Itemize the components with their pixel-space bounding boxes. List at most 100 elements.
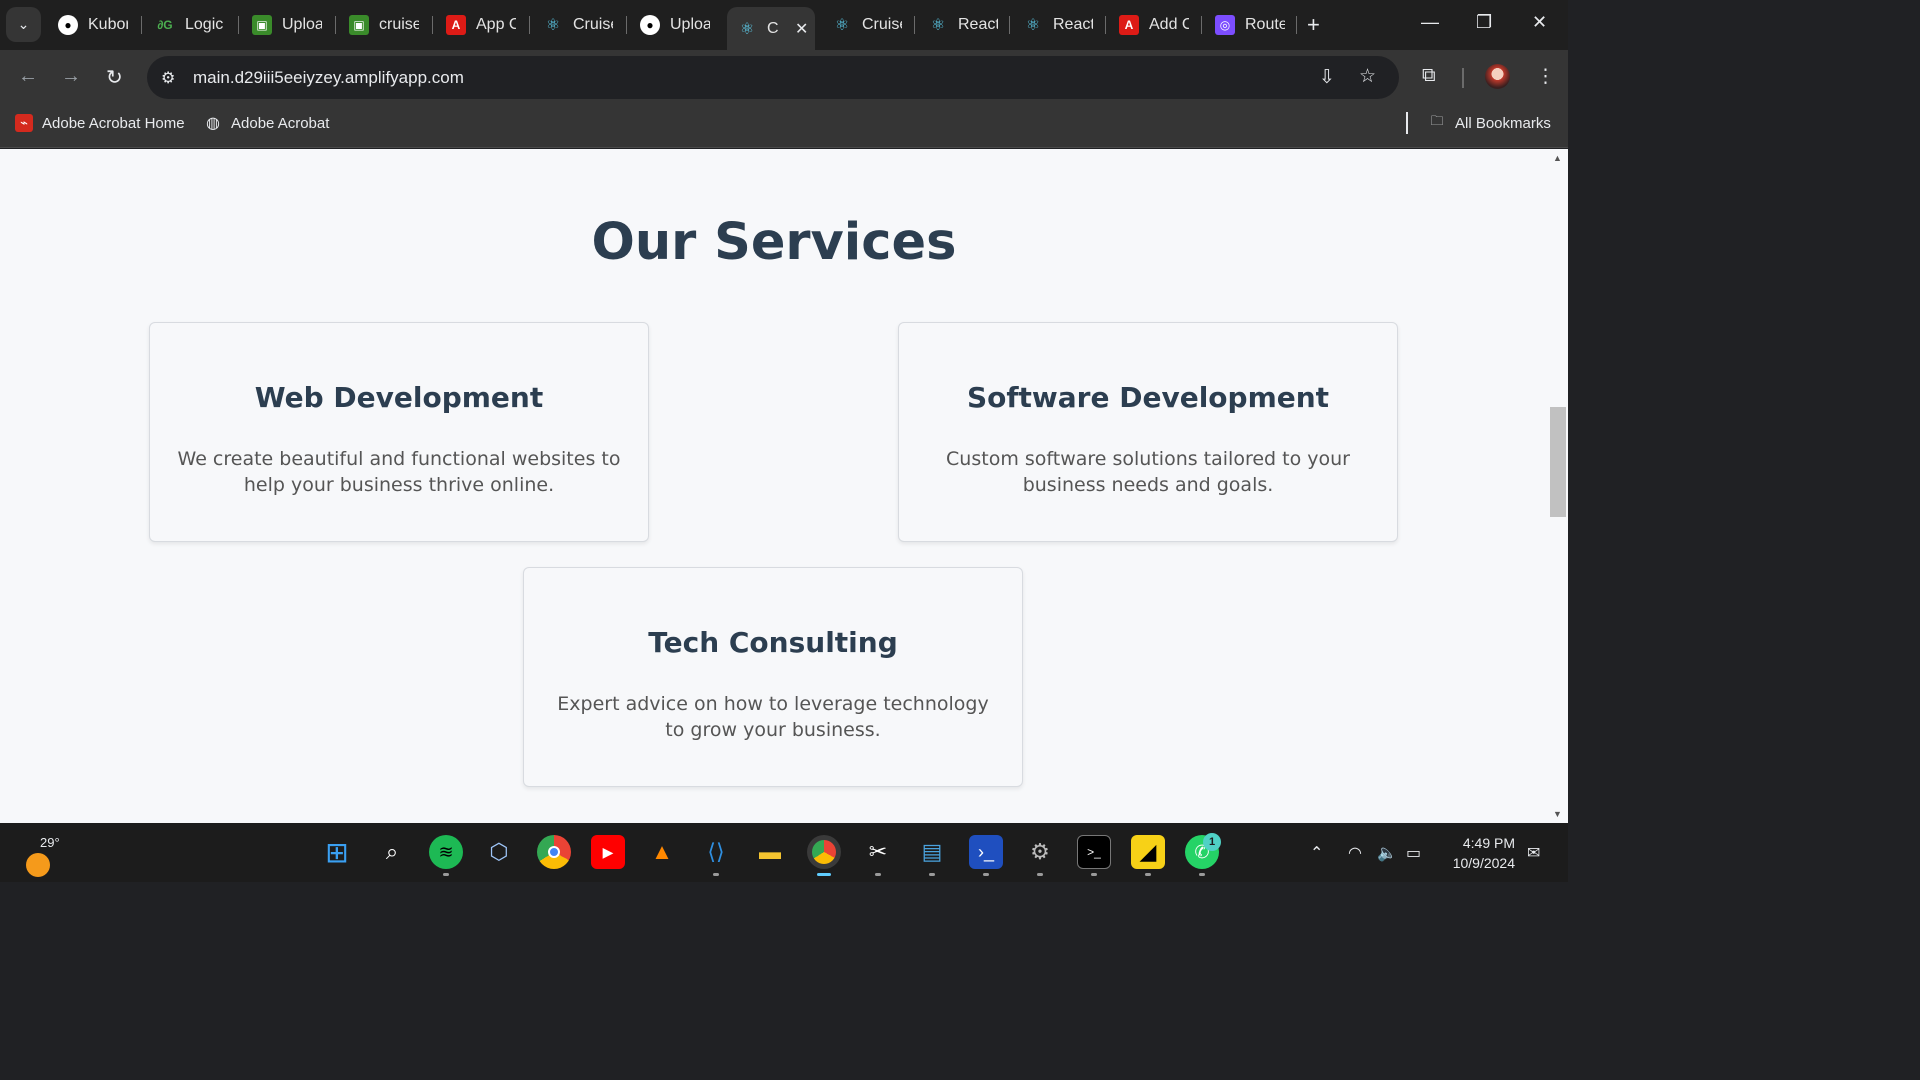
tab-divider [914,16,915,34]
tab-2[interactable]: ▣ Uploa [252,8,322,42]
service-card-description: Expert advice on how to leverage technol… [557,693,989,741]
tab-7-active[interactable]: ⚛ C ✕ [727,7,815,50]
close-tab-icon[interactable]: ✕ [795,19,808,39]
toolbar-divider [1462,68,1464,88]
tab-11[interactable]: A Add C [1119,8,1189,42]
all-bookmarks-label: All Bookmarks [1455,114,1551,132]
angular-icon: A [446,15,466,35]
minimize-icon[interactable]: — [1421,12,1439,33]
sticky-notes-icon[interactable]: ◢ [1131,835,1165,869]
extensions-puzzle-icon[interactable]: ⧉ [1422,65,1436,87]
scrollbar-thumb[interactable] [1550,407,1566,517]
address-bar[interactable]: ⚙ main.d29iii5eeiyzey.amplifyapp.com ⇩ ☆ [147,56,1399,99]
youtube-icon[interactable]: ▶ [591,835,625,869]
service-card-title: Software Development [966,381,1330,414]
service-card-description: Custom software solutions tailored to yo… [946,448,1350,496]
tab-3[interactable]: ▣ cruise [349,8,419,42]
service-card-title: Tech Consulting [648,626,898,659]
acrobat-icon: ⌁ [15,114,33,132]
virtualbox-icon[interactable]: ⬡ [482,835,516,869]
active-indicator [817,873,831,876]
windows-taskbar: 29° ⊞ ⌕ ≋ ⬡ ▶ ▲ ⟨⟩ ▬ ✂ ▤ ›_ ⚙ >_ ◢ ✆ ⌃ ◠… [0,823,1568,882]
search-icon[interactable]: ⌕ [375,835,409,869]
all-bookmarks-button[interactable]: 🗀 All Bookmarks [1428,113,1551,132]
service-card-description: We create beautiful and functional websi… [177,448,621,496]
react-icon: ⚛ [545,17,561,34]
tab-label: Logic [185,16,224,33]
react-icon: ⚛ [930,17,946,34]
clock-date: 10/9/2024 [1452,855,1515,871]
scroll-down-arrow-icon[interactable]: ▼ [1553,809,1562,819]
reload-icon[interactable]: ↻ [106,65,123,90]
close-window-icon[interactable]: ✕ [1532,12,1547,33]
clock-time: 4:49 PM [1462,835,1515,851]
tab-0[interactable]: ● Kubor [58,8,128,42]
tab-label: Route [1245,16,1285,33]
tab-10[interactable]: ⚛ React [1023,8,1093,42]
wifi-icon[interactable]: ◠ [1348,843,1362,863]
tab-label: Kubor [88,16,128,33]
tab-divider [335,16,336,34]
green-doc-icon: ▣ [349,15,369,35]
service-card-tech-consulting: Tech Consulting Expert advice on how to … [523,567,1023,787]
green-doc-icon: ▣ [252,15,272,35]
tab-divider [626,16,627,34]
system-clock[interactable]: 4:49 PM 10/9/2024 [1440,833,1515,873]
notifications-icon[interactable]: ✉ [1527,843,1540,863]
install-app-icon[interactable]: ⇩ [1319,66,1335,89]
tab-label: React [1053,16,1093,33]
vlc-icon[interactable]: ▲ [645,835,679,869]
vscode-icon[interactable]: ⟨⟩ [699,835,733,869]
tab-1[interactable]: ∂G Logic [155,8,225,42]
chrome-icon[interactable] [537,835,571,869]
bookmark-star-icon[interactable]: ☆ [1359,65,1376,88]
tab-5[interactable]: ⚛ Cruise [543,8,613,42]
github-icon: ● [640,15,660,35]
bookmark-label: Adobe Acrobat [231,114,330,132]
vertical-scrollbar[interactable]: ▲ ▼ [1548,149,1568,823]
bookmarks-divider [1406,112,1408,134]
powershell-icon[interactable]: ›_ [969,835,1003,869]
tab-label: App C [476,16,516,33]
file-explorer-icon[interactable]: ▬ [753,835,787,869]
kebab-menu-icon[interactable]: ⋮ [1536,65,1555,88]
tab-4[interactable]: A App C [446,8,516,42]
new-tab-plus-icon[interactable]: + [1307,12,1320,38]
tab-8[interactable]: ⚛ Cruise [832,8,902,42]
running-indicator [1037,873,1043,876]
bookmark-adobe-acrobat-home[interactable]: ⌁ Adobe Acrobat Home [15,114,185,132]
tab-label: cruise [379,16,419,33]
tab-label: C [767,19,779,37]
snipping-tool-icon[interactable]: ✂ [861,835,895,869]
site-settings-icon[interactable]: ⚙ [161,68,175,88]
tab-divider [1201,16,1202,34]
restore-icon[interactable]: ❐ [1476,12,1492,33]
tab-divider [1296,16,1297,34]
windows-start-icon[interactable]: ⊞ [320,835,354,869]
tab-12[interactable]: ◎ Route [1215,8,1285,42]
terminal-icon[interactable]: >_ [1077,835,1111,869]
tab-label: Add C [1149,16,1189,33]
running-indicator [875,873,881,876]
tab-search-button[interactable]: ⌄ [6,7,41,42]
scroll-up-arrow-icon[interactable]: ▲ [1553,153,1562,163]
running-indicator [713,873,719,876]
back-arrow-icon[interactable]: ← [18,65,38,88]
tab-6[interactable]: ● Uploa [640,8,710,42]
settings-gear-icon[interactable]: ⚙ [1023,835,1057,869]
running-indicator [443,873,449,876]
bookmark-adobe-acrobat[interactable]: ◍ Adobe Acrobat [204,114,330,133]
tray-chevron-up-icon[interactable]: ⌃ [1310,843,1323,863]
notepad-icon[interactable]: ▤ [915,835,949,869]
react-icon: ⚛ [834,17,850,34]
service-card-web-development: Web Development We create beautiful and … [149,322,649,542]
volume-icon[interactable]: 🔈 [1377,843,1397,863]
profile-avatar[interactable] [1485,64,1510,89]
spotify-icon[interactable]: ≋ [429,835,463,869]
battery-icon[interactable]: ▭ [1406,843,1421,863]
url-text[interactable]: main.d29iii5eeiyzey.amplifyapp.com [193,68,464,88]
tab-label: Cruise [862,16,902,33]
chrome-profile-icon[interactable] [807,835,841,869]
forward-arrow-icon[interactable]: → [61,65,81,88]
tab-9[interactable]: ⚛ React [928,8,998,42]
